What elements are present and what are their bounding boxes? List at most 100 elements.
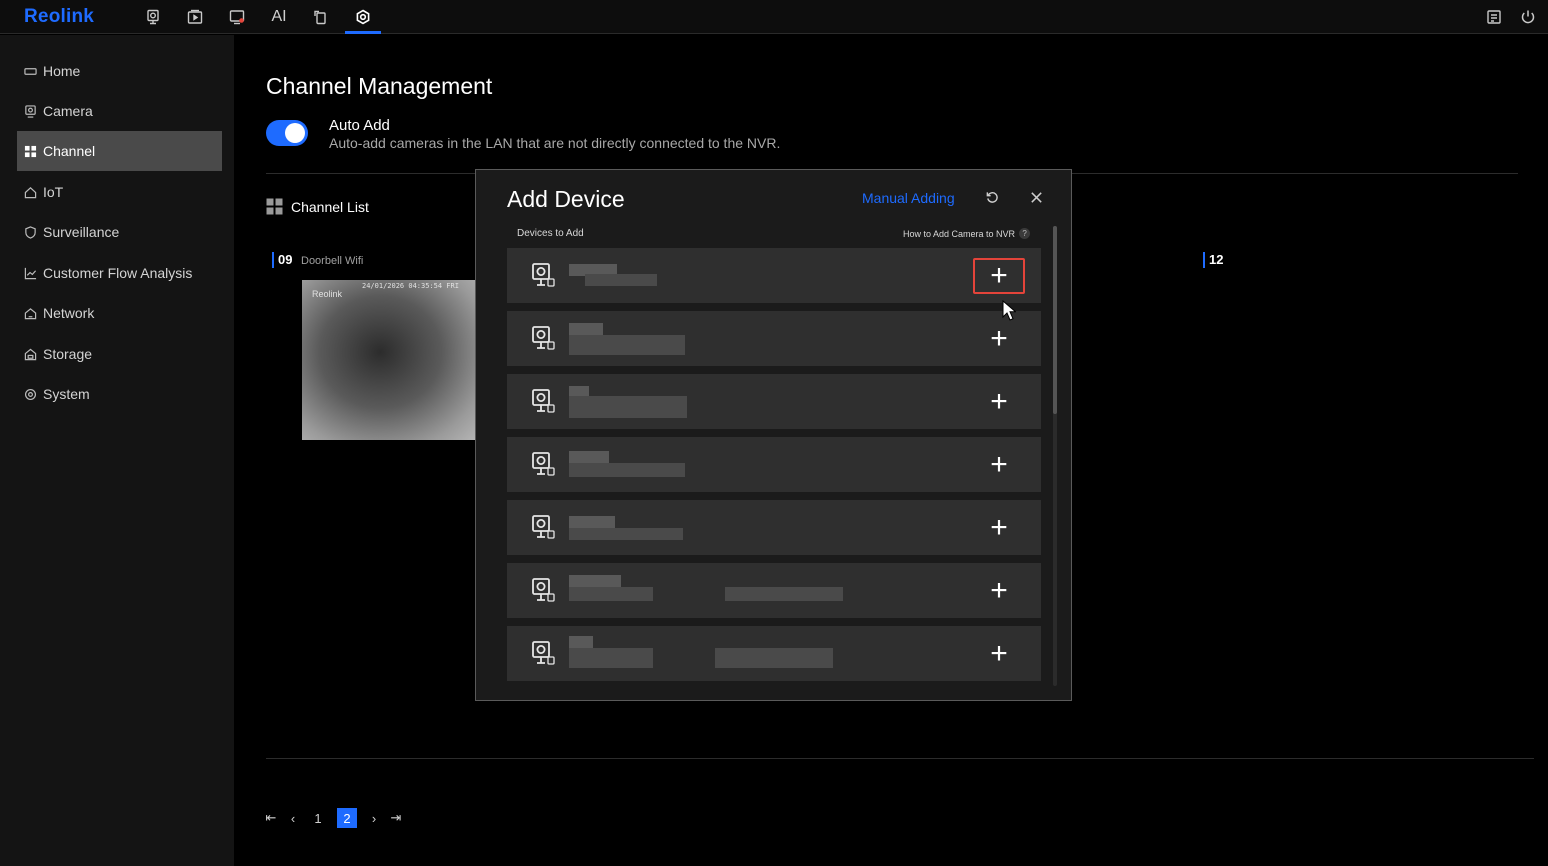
add-device-button[interactable]: + [973,573,1025,609]
add-device-button[interactable]: + [973,510,1025,546]
shield-icon [23,225,37,239]
add-device-button[interactable]: + [973,636,1025,672]
redacted-device-info [569,396,687,418]
redacted-device-info [585,274,657,286]
prev-page-button[interactable]: ‹ [286,808,300,828]
redacted-device-info [569,528,683,540]
redacted-device-info [569,463,685,477]
redacted-device-info [725,587,843,601]
messages-icon[interactable] [1483,6,1505,28]
page-title: Channel Management [266,73,493,99]
last-page-button[interactable]: ⇥ [389,808,403,828]
close-icon[interactable] [1027,188,1045,206]
preview-watermark: Reolink [312,289,343,299]
camera-device-icon [529,324,557,352]
redacted-device-info [569,516,615,528]
device-row: + [507,500,1041,555]
auto-add-toggle[interactable] [266,120,308,146]
page-2-button[interactable]: 2 [337,808,357,828]
sidebar-item-label: Camera [43,103,93,119]
divider [266,758,1534,759]
redacted-device-info [569,587,653,601]
house-icon [23,185,37,199]
sidebar-item-storage[interactable]: Storage [17,334,222,374]
redacted-device-info [569,451,609,463]
sidebar-item-label: Home [43,63,81,79]
top-bar: Reolink AI [0,0,1548,34]
sidebar-item-iot[interactable]: IoT [17,172,222,212]
help-icon: ? [1019,228,1031,239]
scrollbar[interactable] [1053,226,1057,686]
channel-number: 12 [1203,252,1223,268]
devices-to-add-label: Devices to Add [517,228,584,239]
camera-icon[interactable] [142,6,164,28]
preview-timestamp: 24/01/2026 04:35:54 FRI [362,282,459,290]
add-device-button[interactable]: + [973,321,1025,357]
sidebar-item-system[interactable]: System [17,374,222,414]
first-page-button[interactable]: ⇤ [264,808,278,828]
toggle-knob [285,123,305,143]
camera-device-icon [529,576,557,604]
sidebar-item-home[interactable]: Home [17,51,222,91]
ai-tab[interactable]: AI [268,6,290,28]
sidebar-item-camera[interactable]: Camera [17,91,222,131]
camera-device-icon [529,513,557,541]
camera-icon [23,104,37,118]
alert-icon[interactable] [226,6,248,28]
add-device-dialog: Add Device Manual Adding Devices to Add … [475,169,1072,701]
chart-icon [23,266,37,280]
camera-device-icon [529,387,557,415]
brand-logo: Reolink [24,6,95,27]
sidebar-item-label: Storage [43,346,93,362]
storage-icon [23,347,37,361]
active-tab-indicator [345,31,381,34]
channel-preview[interactable]: 24/01/2026 04:35:54 FRI Reolink [302,280,476,440]
device-row: + [507,311,1041,366]
redacted-device-info [569,335,685,355]
sidebar-item-label: System [43,386,90,402]
add-device-button[interactable]: + [973,447,1025,483]
page-1-button[interactable]: 1 [308,808,328,828]
manual-adding-link[interactable]: Manual Adding [862,190,955,206]
playback-icon[interactable] [184,6,206,28]
grid-icon [23,144,37,158]
channel-list-heading: Channel List [266,198,369,215]
how-to-add-text: How to Add Camera to NVR [903,228,1016,239]
redacted-device-info [569,323,603,335]
next-page-button[interactable]: › [367,808,381,828]
network-icon [23,306,37,320]
sidebar: Home Camera Channel IoT Surveillance Cus… [0,35,234,866]
redacted-device-info [715,648,833,668]
sidebar-item-label: Surveillance [43,224,120,240]
scroll-thumb[interactable] [1053,226,1057,414]
sidebar-item-label: IoT [43,184,64,200]
sidebar-item-network[interactable]: Network [17,293,222,333]
device-row: + [507,248,1041,303]
device-row: + [507,563,1041,618]
redacted-device-info [569,636,593,648]
auto-add-label: Auto Add [329,117,390,134]
camera-device-icon [529,261,557,289]
device-row: + [507,437,1041,492]
sidebar-item-label: Channel [43,143,96,159]
mouse-cursor-icon [1002,300,1016,321]
home-icon [23,64,37,78]
add-device-button[interactable]: + [973,384,1025,420]
grid-icon [266,198,283,215]
sidebar-item-surveillance[interactable]: Surveillance [17,212,222,252]
device-row: + [507,626,1041,681]
how-to-add-link[interactable]: How to Add Camera to NVR ? [903,228,1031,239]
add-device-button[interactable]: + [973,258,1025,294]
auto-add-description: Auto-add cameras in the LAN that are not… [329,135,781,151]
refresh-icon[interactable] [983,188,1001,206]
settings-icon[interactable] [352,6,374,28]
camera-device-icon [529,450,557,478]
sidebar-item-customer-flow-analysis[interactable]: Customer Flow Analysis [17,253,222,293]
power-icon[interactable] [1517,6,1539,28]
camera-device-icon [529,639,557,667]
channel-name: Doorbell Wifi [301,255,364,267]
sidebar-item-channel[interactable]: Channel [17,131,222,171]
dialog-title: Add Device [507,186,625,212]
rotate-icon[interactable] [310,6,332,28]
device-row: + [507,374,1041,429]
